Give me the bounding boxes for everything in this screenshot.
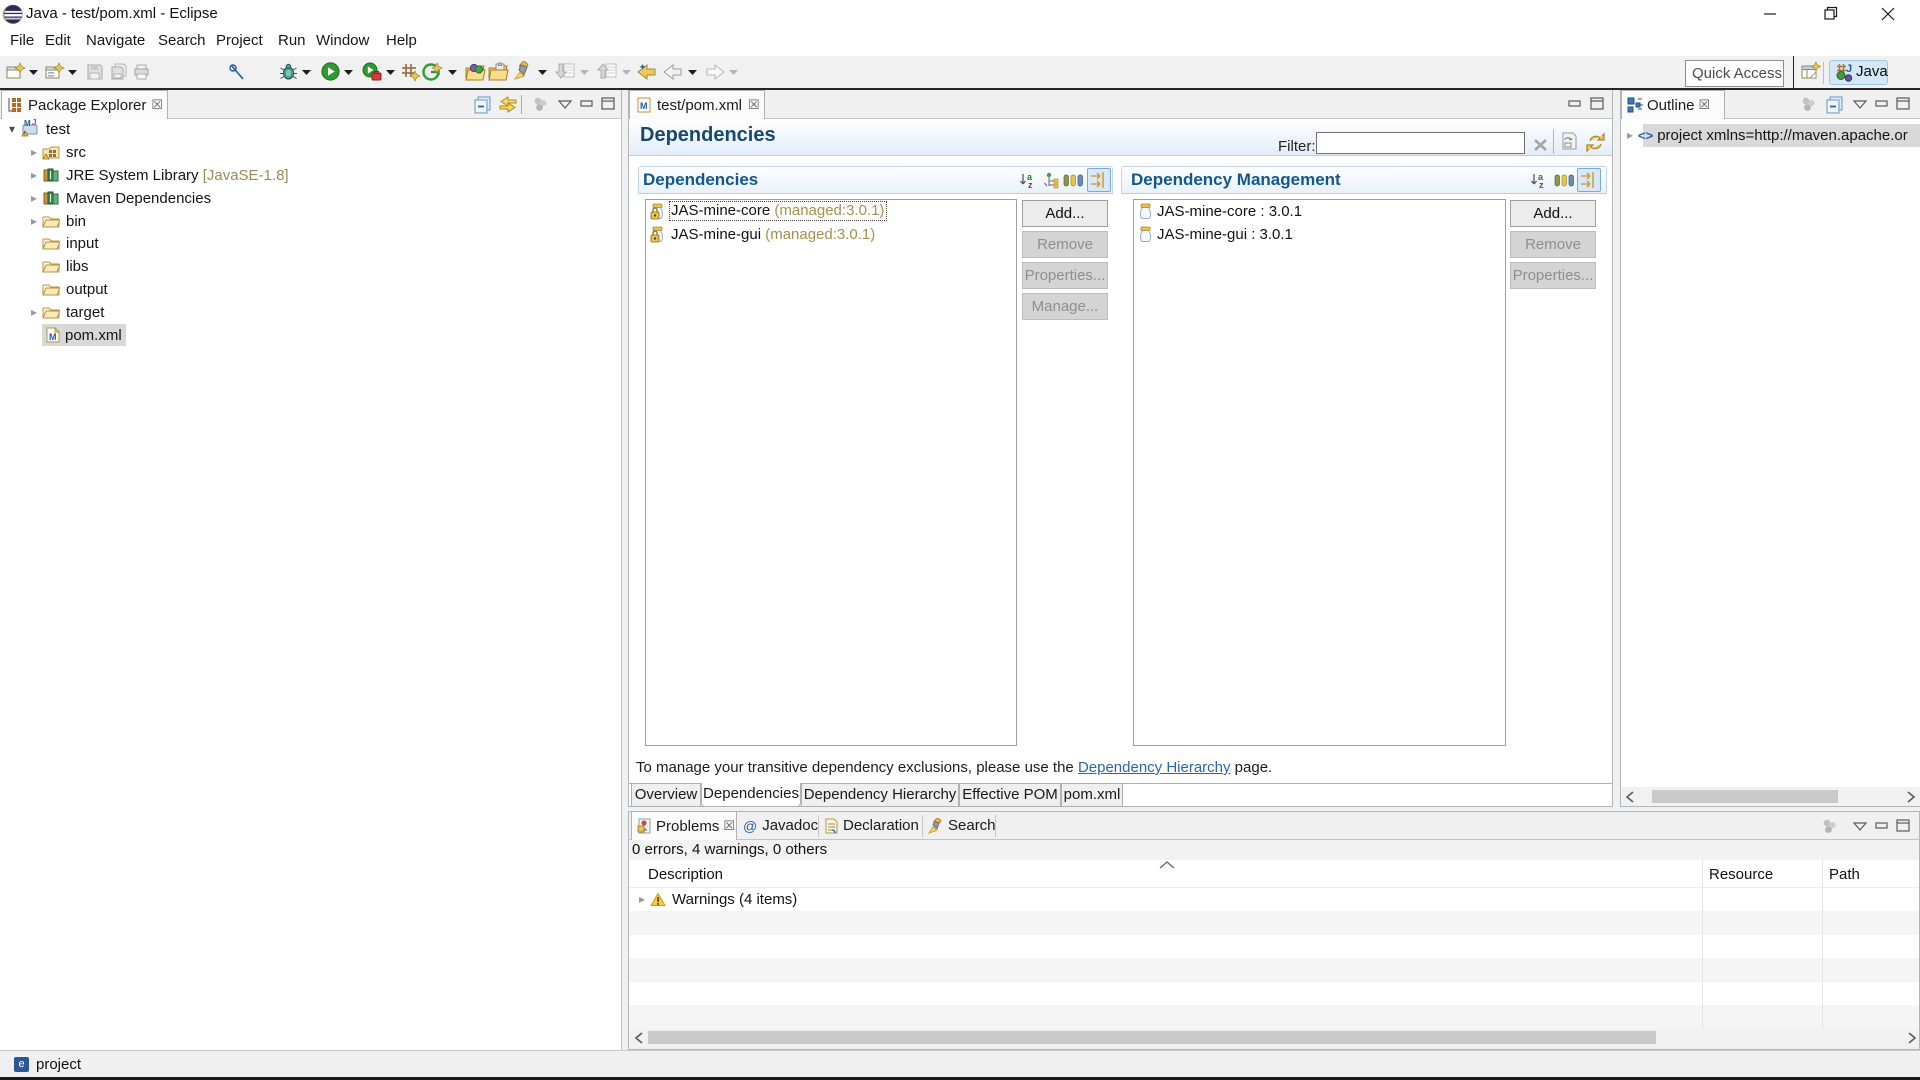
svg-text:M: M bbox=[24, 119, 31, 128]
svg-text:M: M bbox=[640, 101, 648, 111]
svg-text:z: z bbox=[1539, 180, 1544, 189]
svg-text:z: z bbox=[1028, 180, 1033, 189]
svg-text:M: M bbox=[49, 332, 57, 342]
svg-text:J: J bbox=[32, 119, 36, 127]
svg-text:J: J bbox=[1846, 63, 1852, 75]
